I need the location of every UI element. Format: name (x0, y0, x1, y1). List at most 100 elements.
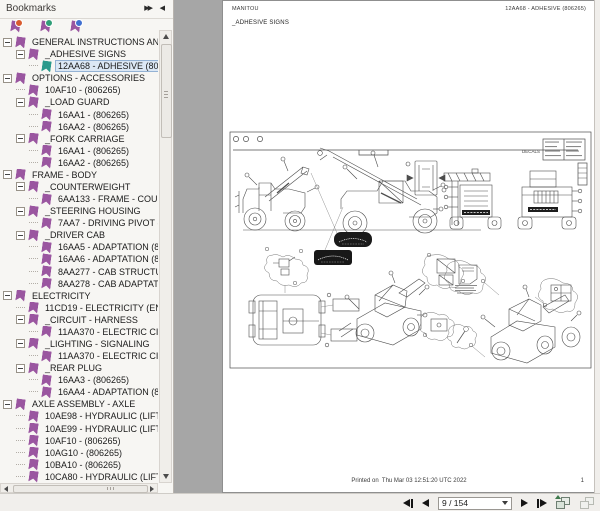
bookmark-label[interactable]: 10AF10 - (806265) (43, 85, 123, 95)
bookmark-label[interactable]: 8AA278 - CAB ADAPTATION (56, 279, 158, 289)
scroll-up-icon[interactable] (163, 34, 169, 39)
page-number-value[interactable]: 9 / 154 (442, 498, 502, 508)
bookmark-label[interactable]: ELECTRICITY (30, 291, 93, 301)
first-page-button[interactable] (403, 499, 413, 508)
collapse-all-bookmarks-icon[interactable] (41, 20, 51, 32)
bookmark-label[interactable]: FRAME - BODY (30, 170, 99, 180)
bookmark-item[interactable]: 10AE99 - HYDRAULIC (LIFTING (0, 423, 158, 435)
bookmark-item[interactable]: 11AA370 - ELECTRIC CIRCUIT (0, 326, 158, 338)
collapse-toggle-icon[interactable] (16, 339, 25, 348)
bookmark-item[interactable]: _LOAD GUARD (0, 96, 158, 108)
panel-collapse-icon[interactable]: ◀ (160, 4, 165, 14)
chevron-down-icon[interactable] (502, 501, 508, 505)
scroll-down-icon[interactable] (163, 474, 169, 479)
scroll-left-icon[interactable] (4, 486, 8, 492)
bookmark-item[interactable]: ELECTRICITY (0, 290, 158, 302)
bookmark-label[interactable]: 16AA5 - ADAPTATION (8062 (56, 242, 158, 252)
collapse-toggle-icon[interactable] (3, 291, 12, 300)
bookmark-label[interactable]: GENERAL INSTRUCTIONS AND SAFE (30, 37, 158, 47)
previous-page-button[interactable] (422, 499, 429, 507)
collapse-toggle-icon[interactable] (3, 74, 12, 83)
bookmark-label[interactable]: _ADHESIVE SIGNS (43, 49, 128, 59)
collapse-toggle-icon[interactable] (16, 231, 25, 240)
bookmark-label[interactable]: 16AA1 - (806265) (56, 146, 131, 156)
bookmarks-horizontal-scrollbar[interactable] (0, 483, 158, 493)
bookmark-item[interactable]: 16AA2 - (806265) (0, 157, 158, 169)
collapse-toggle-icon[interactable] (3, 400, 12, 409)
bookmark-label[interactable]: _COUNTERWEIGHT (43, 182, 132, 192)
expand-current-bookmark-icon[interactable] (11, 20, 21, 32)
bookmark-label[interactable]: _STEERING HOUSING (43, 206, 143, 216)
bookmark-item[interactable]: 16AA5 - ADAPTATION (8062 (0, 241, 158, 253)
bookmark-item[interactable]: 11AA370 - ELECTRIC CIRCUIT (0, 350, 158, 362)
bookmark-item[interactable]: _REAR PLUG (0, 362, 158, 374)
bookmark-item[interactable]: OPTIONS - ACCESSORIES (0, 72, 158, 84)
bookmark-label[interactable]: _LOAD GUARD (43, 97, 112, 107)
bookmark-label[interactable]: 16AA1 - (806265) (56, 110, 131, 120)
bookmark-item[interactable]: 10CA80 - HYDRAULIC (LIFTING (0, 471, 158, 483)
bookmark-label[interactable]: _CIRCUIT - HARNESS (43, 315, 140, 325)
bookmark-label[interactable]: _FORK CARRIAGE (43, 134, 127, 144)
bookmark-label[interactable]: 10AE99 - HYDRAULIC (LIFTING (43, 424, 158, 434)
panel-expand-icon[interactable]: ▶▶ (144, 4, 151, 14)
bookmark-label[interactable]: 6AA133 - FRAME - COUNTERW (56, 194, 158, 204)
bookmark-label[interactable]: 16AA4 - ADAPTATION (8062 (56, 387, 158, 397)
bookmark-item[interactable]: GENERAL INSTRUCTIONS AND SAFE (0, 36, 158, 48)
bookmark-item[interactable]: FRAME - BODY (0, 169, 158, 181)
bookmark-label[interactable]: _REAR PLUG (43, 363, 104, 373)
bookmark-label[interactable]: 11CD19 - ELECTRICITY (ENGINE (43, 303, 158, 313)
collapse-toggle-icon[interactable] (16, 364, 25, 373)
previous-view-button[interactable] (556, 497, 571, 510)
bookmark-label[interactable]: OPTIONS - ACCESSORIES (30, 73, 147, 83)
bookmark-item[interactable]: 16AA1 - (806265) (0, 145, 158, 157)
bookmark-label[interactable]: _LIGHTING - SIGNALING (43, 339, 152, 349)
bookmark-label[interactable]: 10AF10 - (806265) (43, 436, 123, 446)
last-page-button[interactable] (537, 499, 547, 508)
bookmark-item[interactable]: _ADHESIVE SIGNS (0, 48, 158, 60)
bookmark-item[interactable]: _LIGHTING - SIGNALING (0, 338, 158, 350)
bookmark-label[interactable]: 10AG10 - (806265) (43, 448, 124, 458)
bookmark-label[interactable]: 16AA6 - ADAPTATION (8062 (56, 254, 158, 264)
bookmark-label[interactable]: 16AA2 - (806265) (56, 122, 131, 132)
bookmark-item[interactable]: _CIRCUIT - HARNESS (0, 314, 158, 326)
bookmark-label[interactable]: 12AA68 - ADHESIVE (806265) (56, 61, 158, 71)
bookmark-item[interactable]: AXLE ASSEMBLY - AXLE (0, 398, 158, 410)
collapse-toggle-icon[interactable] (16, 182, 25, 191)
bookmark-item[interactable]: 16AA3 - (806265) (0, 374, 158, 386)
bookmark-label[interactable]: 10CA80 - HYDRAULIC (LIFTING (43, 472, 158, 482)
bookmark-item[interactable]: 12AA68 - ADHESIVE (806265) (0, 60, 158, 72)
expand-top-bookmarks-icon[interactable] (71, 20, 81, 32)
bookmark-item[interactable]: 7AA7 - DRIVING PIVOT (806 (0, 217, 158, 229)
collapse-toggle-icon[interactable] (3, 38, 12, 47)
bookmark-item[interactable]: 10AE98 - HYDRAULIC (LIFTING- (0, 410, 158, 422)
bookmark-label[interactable]: 10AE98 - HYDRAULIC (LIFTING- (43, 411, 158, 421)
collapse-toggle-icon[interactable] (16, 207, 25, 216)
collapse-toggle-icon[interactable] (16, 98, 25, 107)
scroll-right-icon[interactable] (150, 486, 154, 492)
collapse-toggle-icon[interactable] (3, 170, 12, 179)
bookmark-label[interactable]: 11AA370 - ELECTRIC CIRCUIT (56, 327, 158, 337)
bookmarks-vertical-scrollbar[interactable] (159, 30, 172, 483)
bookmark-item[interactable]: 10AF10 - (806265) (0, 84, 158, 96)
bookmark-label[interactable]: 7AA7 - DRIVING PIVOT (806 (56, 218, 158, 228)
bookmark-item[interactable]: 8AA278 - CAB ADAPTATION (0, 278, 158, 290)
collapse-toggle-icon[interactable] (16, 50, 25, 59)
bookmark-item[interactable]: 10AG10 - (806265) (0, 447, 158, 459)
bookmark-label[interactable]: 16AA3 - (806265) (56, 375, 131, 385)
bookmark-item[interactable]: 16AA6 - ADAPTATION (8062 (0, 253, 158, 265)
bookmark-label[interactable]: _DRIVER CAB (43, 230, 107, 240)
bookmark-item[interactable]: _COUNTERWEIGHT (0, 181, 158, 193)
bookmark-item[interactable]: 16AA2 - (806265) (0, 121, 158, 133)
bookmark-label[interactable]: 11AA370 - ELECTRIC CIRCUIT (56, 351, 158, 361)
bookmark-item[interactable]: 8AA277 - CAB STRUCTURE - (0, 265, 158, 277)
collapse-toggle-icon[interactable] (16, 134, 25, 143)
document-scrollbar[interactable] (594, 0, 600, 493)
bookmark-label[interactable]: 8AA277 - CAB STRUCTURE - (56, 267, 158, 277)
bookmark-item[interactable]: 6AA133 - FRAME - COUNTERW (0, 193, 158, 205)
bookmark-item[interactable]: _STEERING HOUSING (0, 205, 158, 217)
bookmark-label[interactable]: 16AA2 - (806265) (56, 158, 131, 168)
next-page-button[interactable] (521, 499, 528, 507)
bookmark-item[interactable]: 10AF10 - (806265) (0, 435, 158, 447)
collapse-toggle-icon[interactable] (16, 315, 25, 324)
vertical-scroll-thumb[interactable] (161, 44, 172, 138)
